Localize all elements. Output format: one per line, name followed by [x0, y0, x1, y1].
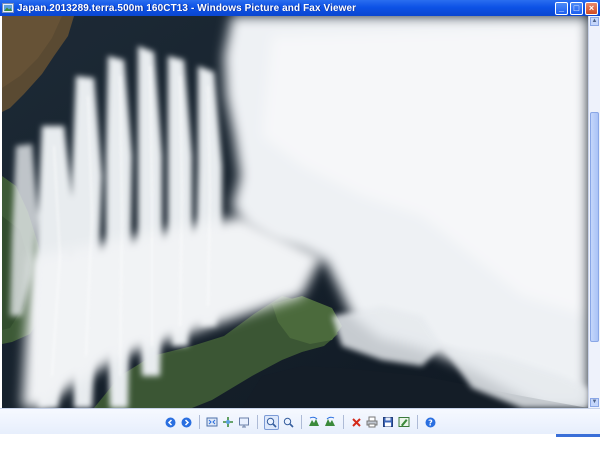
scroll-up-arrow-icon[interactable]: ▲	[590, 17, 599, 26]
vertical-scrollbar[interactable]: ▲ ▼	[588, 16, 600, 408]
edit-button[interactable]	[398, 416, 411, 429]
best-fit-icon	[206, 417, 218, 427]
toolbar-separator	[300, 415, 302, 429]
slideshow-button[interactable]	[238, 416, 251, 429]
actual-size-button[interactable]	[222, 416, 235, 429]
window-title: Japan.2013289.terra.500m 160CT13 - Windo…	[17, 2, 357, 14]
toolbar-separator	[198, 415, 200, 429]
picture-viewer-icon	[2, 3, 14, 13]
rotate-clockwise-icon	[309, 416, 319, 426]
save-disk-icon	[383, 417, 393, 427]
zoom-out-icon	[283, 417, 294, 428]
help-icon: ?	[425, 417, 435, 427]
rotate-clockwise-button[interactable]	[308, 416, 321, 429]
zoom-in-icon	[266, 417, 277, 428]
copy-to-button[interactable]	[382, 416, 395, 429]
scroll-down-arrow-icon[interactable]: ▼	[590, 398, 599, 407]
toolbar-separator	[256, 415, 258, 429]
window-bottom-edge	[0, 434, 600, 449]
delete-button[interactable]	[350, 416, 363, 429]
previous-image-button[interactable]	[164, 416, 177, 429]
taskbar-accent	[556, 434, 600, 437]
print-button[interactable]	[366, 416, 379, 429]
zoom-out-button[interactable]	[282, 416, 295, 429]
previous-image-icon	[165, 417, 175, 427]
rotate-counterclockwise-button[interactable]	[324, 416, 337, 429]
image-viewport[interactable]	[0, 16, 600, 408]
satellite-image	[2, 16, 588, 408]
title-bar[interactable]: Japan.2013289.terra.500m 160CT13 - Windo…	[0, 0, 600, 16]
close-button[interactable]: ×	[585, 1, 598, 15]
satellite-image-drawing	[2, 16, 588, 408]
toolbar-separator	[342, 415, 344, 429]
scrollbar-thumb[interactable]	[590, 112, 599, 342]
help-button[interactable]: ?	[424, 416, 437, 429]
slideshow-icon	[239, 417, 249, 428]
toolbar-separator	[416, 415, 418, 429]
actual-size-icon	[223, 417, 233, 427]
next-image-icon	[181, 417, 191, 427]
delete-icon	[351, 417, 361, 427]
edit-image-icon	[398, 417, 410, 427]
viewer-toolbar: ?	[0, 408, 600, 435]
zoom-in-button[interactable]	[263, 414, 279, 430]
svg-text:?: ?	[428, 418, 433, 427]
print-icon	[366, 416, 378, 428]
best-fit-button[interactable]	[206, 416, 219, 429]
maximize-button[interactable]: □	[570, 1, 583, 15]
minimize-button[interactable]: _	[555, 1, 568, 15]
next-image-button[interactable]	[180, 416, 193, 429]
rotate-counterclockwise-icon	[325, 416, 335, 426]
